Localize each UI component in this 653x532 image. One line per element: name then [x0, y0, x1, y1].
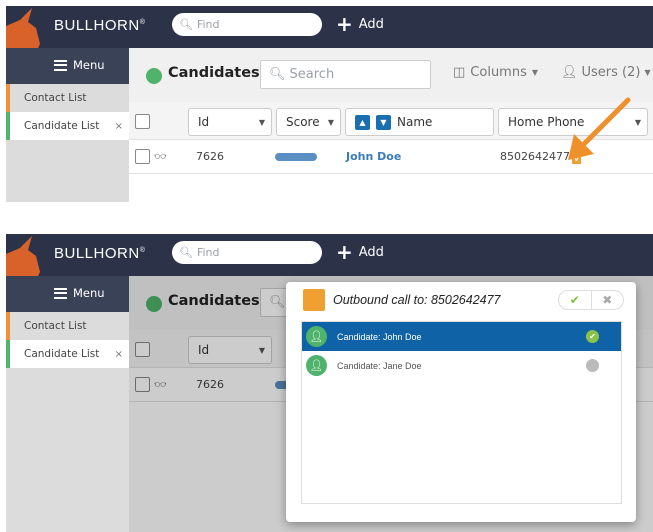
- plus-icon: +: [336, 240, 353, 264]
- caret-down-icon: ▼: [327, 117, 334, 127]
- filter-icon[interactable]: ▼: [376, 114, 391, 130]
- menu-bar: Menu: [6, 276, 129, 312]
- add-button[interactable]: + Add: [336, 240, 384, 264]
- select-all-checkbox[interactable]: [135, 114, 150, 129]
- search-icon: 🔍︎: [179, 246, 193, 259]
- add-button[interactable]: + Add: [336, 12, 384, 36]
- caret-down-icon: ▼: [634, 117, 641, 127]
- sidebar-item-candidate-list[interactable]: Candidate List ×: [6, 340, 129, 368]
- list-item[interactable]: 👤︎ Candidate: John Doe ✔: [302, 322, 621, 351]
- confirm-button[interactable]: ✔: [559, 291, 592, 309]
- search-icon: 🔍︎: [179, 18, 193, 31]
- caret-down-icon: ▼: [644, 68, 651, 77]
- find-input[interactable]: 🔍︎ Find: [172, 13, 322, 36]
- close-tab-icon[interactable]: ×: [115, 349, 123, 360]
- cell-name-link[interactable]: John Doe: [346, 150, 401, 163]
- column-header-id[interactable]: Id ▼: [188, 108, 272, 136]
- menu-button[interactable]: Menu: [54, 286, 105, 300]
- sidebar: Contact List Candidate List ×: [6, 84, 129, 202]
- plus-icon: +: [336, 12, 353, 36]
- brand-logo-text: BULLHORN®: [54, 245, 146, 262]
- click-to-call-logo-icon: [303, 289, 325, 311]
- list-item[interactable]: 👤︎ Candidate: Jane Doe: [302, 351, 621, 380]
- page-title: Candidates: [168, 65, 260, 81]
- find-input[interactable]: 🔍︎ Find: [172, 241, 322, 264]
- top-nav-bar: BULLHORN® 🔍︎ Find + Add: [6, 234, 653, 276]
- check-icon: ✔: [569, 293, 580, 307]
- menu-button[interactable]: Menu: [54, 58, 105, 72]
- close-tab-icon[interactable]: ×: [115, 121, 123, 132]
- unselected-radio-icon[interactable]: [586, 359, 599, 372]
- dialog-actions: ✔ ✖: [558, 290, 624, 310]
- candidate-avatar-icon: 👤︎: [306, 355, 327, 376]
- users-dropdown[interactable]: 👤︎ Users (2) ▼: [561, 65, 651, 80]
- record-selection-list: 👤︎ Candidate: John Doe ✔ 👤︎ Candidate: J…: [301, 321, 622, 504]
- search-input[interactable]: 🔍︎ Search: [260, 60, 431, 89]
- cell-id: 7626: [196, 150, 224, 163]
- screenshot-after: BULLHORN® 🔍︎ Find + Add Menu Contact Lis…: [6, 234, 653, 532]
- brand-logo-text: BULLHORN®: [54, 17, 146, 34]
- score-bar: [275, 153, 317, 161]
- selected-radio-icon[interactable]: ✔: [586, 330, 599, 343]
- close-icon: ✖: [602, 293, 613, 307]
- screenshot-before: BULLHORN® 🔍︎ Find + Add Menu Contact Lis…: [6, 6, 653, 202]
- sort-ascending-icon[interactable]: ▲: [355, 114, 370, 130]
- column-header-name[interactable]: ▲ ▼ Name: [345, 108, 494, 136]
- caret-down-icon: ▼: [531, 68, 539, 77]
- sidebar-item-contact-list[interactable]: Contact List: [6, 84, 129, 112]
- row-checkbox[interactable]: [135, 149, 150, 164]
- caret-down-icon: ▼: [258, 117, 265, 127]
- main-header: Candidates 🔍︎ Search ◫ Columns ▼ 👤︎ User…: [129, 48, 653, 102]
- binoculars-icon[interactable]: 👓︎: [154, 152, 167, 163]
- hamburger-icon: [54, 287, 67, 299]
- sidebar-item-candidate-list[interactable]: Candidate List ×: [6, 112, 129, 140]
- column-header-score[interactable]: Score ▼: [276, 108, 341, 136]
- cancel-button[interactable]: ✖: [592, 291, 624, 309]
- search-icon: 🔍︎: [269, 67, 286, 82]
- candidate-avatar-icon: 👤︎: [306, 326, 327, 347]
- sidebar: Contact List Candidate List ×: [6, 312, 129, 532]
- columns-icon: ◫: [453, 65, 466, 80]
- status-dot-icon: [146, 68, 162, 84]
- outbound-call-dialog: Outbound call to: 8502642477 ✔ ✖ 👤︎ Cand…: [286, 282, 636, 522]
- annotation-arrow-icon: [568, 97, 631, 160]
- sidebar-item-contact-list[interactable]: Contact List: [6, 312, 129, 340]
- dialog-title: Outbound call to: 8502642477: [333, 293, 501, 307]
- user-icon: 👤︎: [561, 65, 578, 80]
- top-nav-bar: BULLHORN® 🔍︎ Find + Add: [6, 6, 653, 48]
- menu-bar: Menu: [6, 48, 129, 84]
- hamburger-icon: [54, 59, 67, 71]
- columns-dropdown[interactable]: ◫ Columns ▼: [453, 65, 538, 80]
